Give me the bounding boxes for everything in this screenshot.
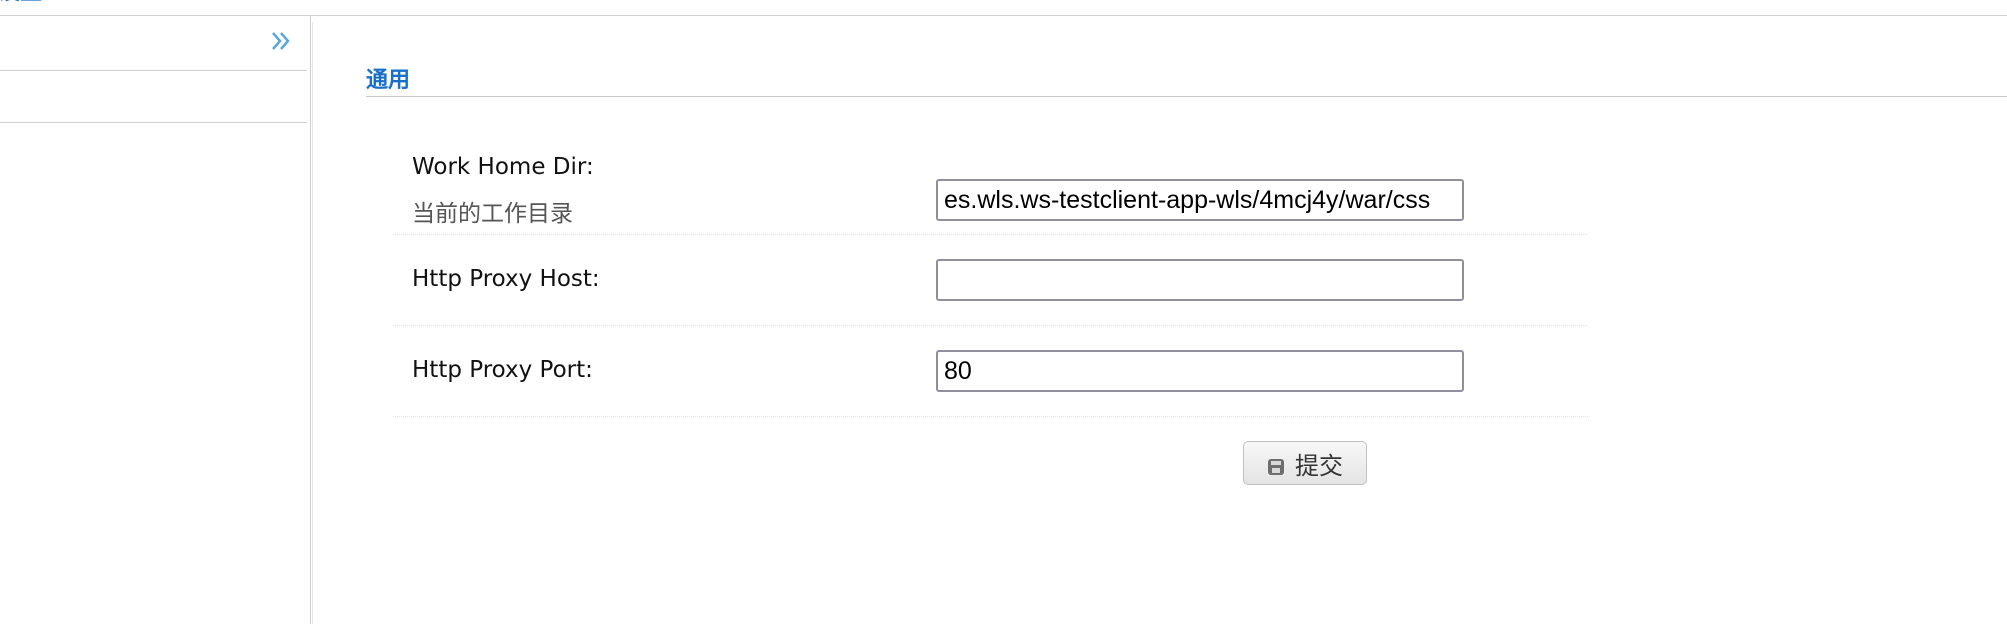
field-sublabel: 当前的工作目录	[412, 201, 573, 227]
http-proxy-host-input[interactable]	[936, 259, 1464, 301]
form-row-http-proxy-port: Http Proxy Port: 80	[393, 326, 1588, 417]
work-home-dir-input[interactable]: es.wls.ws-testclient-app-wls/4mcj4y/war/…	[936, 179, 1464, 221]
submit-button-label: 提交	[1295, 451, 1343, 480]
top-bar: 设置	[0, 0, 2007, 16]
page-title: 设置	[0, 0, 42, 4]
field-label: Work Home Dir:	[412, 154, 594, 180]
save-icon	[1267, 454, 1285, 475]
sidebar-divider	[0, 70, 307, 71]
sidebar-divider	[0, 122, 307, 123]
field-label: Http Proxy Host:	[412, 266, 600, 292]
sidebar	[0, 16, 311, 624]
double-chevron-right-icon[interactable]	[268, 28, 294, 54]
section-divider	[366, 96, 2007, 97]
http-proxy-port-input[interactable]: 80	[936, 350, 1464, 392]
submit-button[interactable]: 提交	[1243, 441, 1367, 485]
main-panel: 通用 Work Home Dir: 当前的工作目录 es.wls.ws-test…	[312, 22, 2007, 624]
form-row-http-proxy-host: Http Proxy Host:	[393, 235, 1588, 326]
section-title: 通用	[366, 68, 411, 93]
form-row-work-home-dir: Work Home Dir: 当前的工作目录 es.wls.ws-testcli…	[393, 132, 1588, 235]
field-label: Http Proxy Port:	[412, 357, 593, 383]
